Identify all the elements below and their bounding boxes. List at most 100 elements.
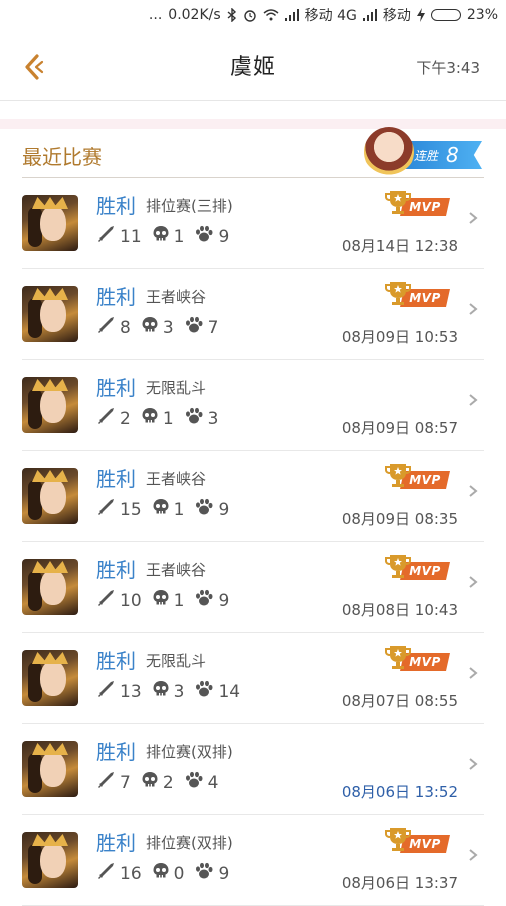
carrier-2: 移动: [382, 8, 411, 24]
kills-stat: 13: [96, 680, 142, 703]
skull-icon: [152, 680, 174, 703]
match-row[interactable]: 胜利 王者峡谷 10 1 9 MVP 08月08日 10:43: [22, 542, 484, 633]
mvp-badge: MVP: [384, 279, 450, 309]
app-header: 虞姬: [0, 30, 506, 100]
assists-value: 9: [218, 590, 230, 611]
mvp-badge: MVP: [384, 643, 450, 673]
skull-icon: [141, 316, 163, 339]
match-result: 胜利: [96, 285, 136, 309]
chevron-right-icon: [466, 756, 480, 770]
trophy-icon: [384, 643, 412, 671]
paw-icon: [184, 771, 208, 794]
match-time: 08月09日 08:35: [341, 510, 458, 528]
kills-value: 2: [120, 408, 131, 429]
deaths-value: 1: [162, 408, 174, 429]
network-speed: 0.02K/s: [168, 7, 221, 23]
match-stats: 8 3 7: [96, 316, 228, 339]
deaths-value: 1: [173, 590, 185, 611]
kills-stat: 10: [96, 589, 142, 612]
page-title: 虞姬: [229, 55, 276, 80]
chevron-right-icon: [466, 483, 480, 497]
mvp-badge: MVP: [384, 825, 450, 855]
match-time: 08月06日 13:52: [341, 783, 458, 801]
kills-value: 8: [120, 317, 131, 338]
match-stats: 10 1 9: [96, 589, 239, 612]
hero-avatar: [22, 832, 78, 888]
hero-avatar: [22, 468, 78, 524]
skull-icon: [152, 225, 174, 248]
deaths-stat: 3: [141, 316, 174, 339]
match-result: 胜利: [96, 558, 136, 582]
match-stats: 2 1 3: [96, 407, 228, 430]
match-mode: 排位赛(双排): [146, 743, 233, 761]
trophy-icon: [384, 552, 412, 580]
kills-value: 11: [120, 226, 142, 247]
deaths-value: 2: [162, 772, 174, 793]
kills-stat: 16: [96, 862, 142, 885]
assists-value: 9: [218, 226, 230, 247]
match-list: 胜利 排位赛(三排) 11 1 9 MVP 08月14日 12:38 胜利 王者峡谷 8 3 7 MVP…: [22, 178, 484, 906]
match-row[interactable]: 胜利 王者峡谷 15 1 9 MVP 08月09日 08:35: [22, 451, 484, 542]
sword-icon: [96, 862, 120, 885]
battery-icon: [430, 9, 461, 21]
match-row[interactable]: 胜利 无限乱斗 13 3 14 MVP 08月07日 08:55: [22, 633, 484, 724]
back-arrow-icon: [25, 54, 44, 80]
assists-stat: 9: [194, 589, 229, 612]
deaths-stat: 1: [152, 589, 185, 612]
deaths-value: 1: [173, 226, 185, 247]
chevron-right-icon: [466, 301, 480, 315]
assists-stat: 9: [194, 862, 229, 885]
match-stats: 16 0 9: [96, 862, 239, 885]
match-stats: 15 1 9: [96, 498, 239, 521]
signal-icon-2: [362, 9, 377, 21]
match-result: 胜利: [96, 194, 136, 218]
match-row[interactable]: 胜利 无限乱斗 2 1 3 08月09日 08:57: [22, 360, 484, 451]
match-row[interactable]: 胜利 排位赛(三排) 11 1 9 MVP 08月14日 12:38: [22, 178, 484, 269]
match-time: 08月08日 10:43: [341, 601, 458, 619]
assists-stat: 3: [184, 407, 219, 430]
kills-stat: 11: [96, 225, 142, 248]
kills-value: 7: [120, 772, 131, 793]
section-title: 最近比赛: [22, 145, 102, 169]
paw-icon: [194, 498, 218, 521]
match-result: 胜利: [96, 831, 136, 855]
deaths-stat: 1: [141, 407, 174, 430]
recent-matches-header: 最近比赛 连胜 8: [22, 127, 484, 178]
status-bar: 下午3:43 ... 0.02K/s 移动 4G 移动 23%: [0, 0, 506, 77]
hero-avatar: [22, 377, 78, 433]
match-row[interactable]: 胜利 王者峡谷 8 3 7 MVP 08月09日 10:53: [22, 269, 484, 360]
skull-icon: [152, 589, 174, 612]
paw-icon: [194, 589, 218, 612]
match-result: 胜利: [96, 467, 136, 491]
chevron-right-icon: [466, 665, 480, 679]
bluetooth-icon: [227, 8, 237, 22]
sword-icon: [96, 316, 120, 339]
carrier-1: 移动 4G: [304, 8, 357, 24]
deaths-value: 0: [173, 863, 185, 884]
back-button[interactable]: [18, 52, 48, 82]
assists-value: 3: [207, 408, 219, 429]
win-streak-badge: 连胜 8: [364, 127, 484, 183]
chevron-right-icon: [466, 847, 480, 861]
match-mode: 王者峡谷: [146, 288, 207, 306]
match-stats: 11 1 9: [96, 225, 239, 248]
paw-icon: [194, 225, 218, 248]
match-time: 08月09日 08:57: [341, 419, 458, 437]
sword-icon: [96, 680, 120, 703]
streak-avatar: [364, 127, 414, 177]
skull-icon: [141, 771, 163, 794]
sword-icon: [96, 225, 120, 248]
match-row[interactable]: 胜利 排位赛(双排) 16 0 9 MVP 08月06日 13:37: [22, 815, 484, 906]
status-dots: ...: [148, 7, 163, 23]
chevron-right-icon: [466, 210, 480, 224]
streak-label: 连胜: [414, 148, 439, 163]
match-row[interactable]: 胜利 排位赛(双排) 7 2 4 08月06日 13:52: [22, 724, 484, 815]
assists-stat: 9: [194, 225, 229, 248]
match-mode: 王者峡谷: [146, 561, 207, 579]
assists-stat: 14: [194, 680, 240, 703]
battery-percent: 23%: [466, 7, 498, 23]
match-result: 胜利: [96, 376, 136, 400]
match-mode: 排位赛(双排): [146, 834, 233, 852]
assists-stat: 9: [194, 498, 229, 521]
match-mode: 排位赛(三排): [146, 197, 233, 215]
